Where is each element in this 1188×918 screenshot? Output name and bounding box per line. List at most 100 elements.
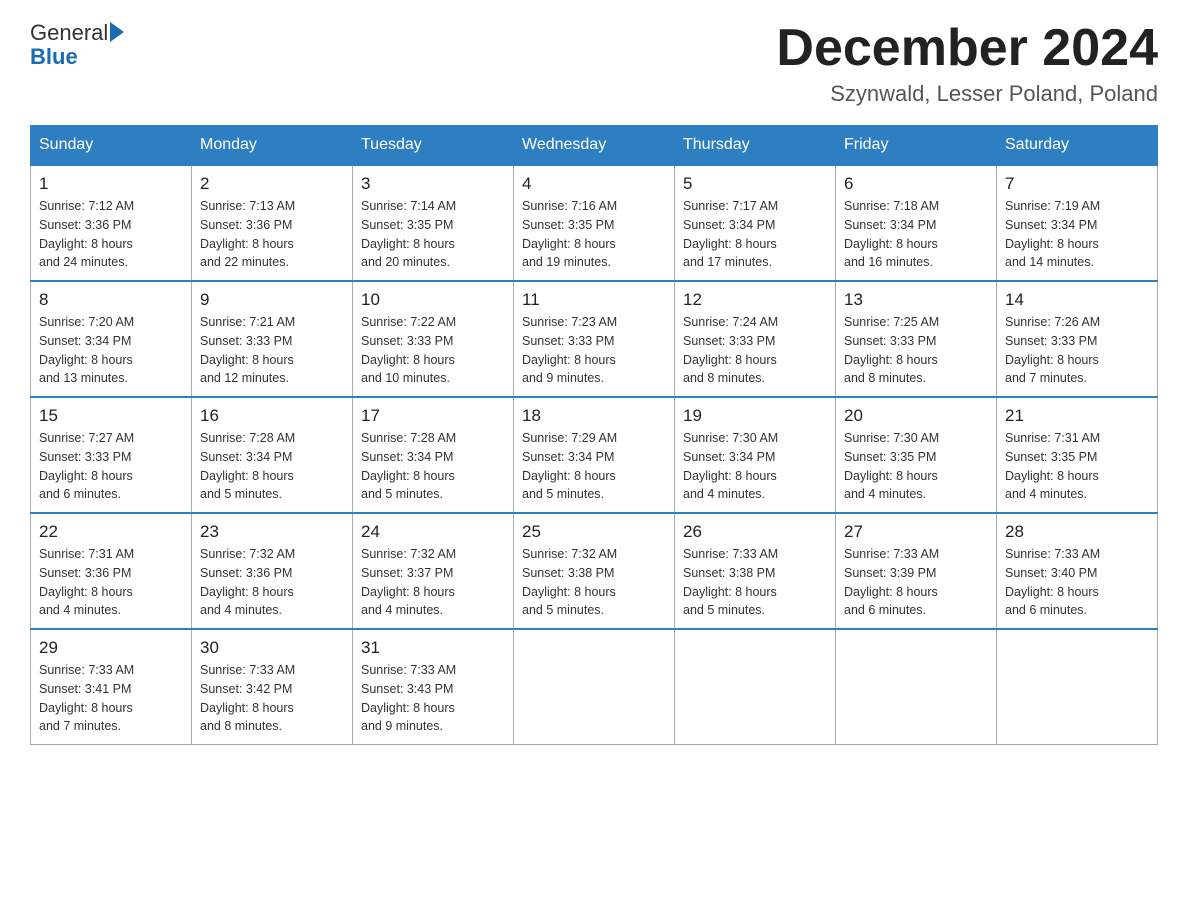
day-info: Sunrise: 7:12 AMSunset: 3:36 PMDaylight:… — [39, 199, 134, 269]
day-number: 4 — [522, 174, 666, 194]
day-number: 23 — [200, 522, 344, 542]
day-number: 1 — [39, 174, 183, 194]
day-number: 7 — [1005, 174, 1149, 194]
col-saturday: Saturday — [997, 126, 1158, 166]
table-row: 3 Sunrise: 7:14 AMSunset: 3:35 PMDayligh… — [353, 165, 514, 281]
table-row: 15 Sunrise: 7:27 AMSunset: 3:33 PMDaylig… — [31, 397, 192, 513]
day-info: Sunrise: 7:32 AMSunset: 3:37 PMDaylight:… — [361, 547, 456, 617]
day-info: Sunrise: 7:23 AMSunset: 3:33 PMDaylight:… — [522, 315, 617, 385]
table-row — [675, 629, 836, 745]
calendar-week-5: 29 Sunrise: 7:33 AMSunset: 3:41 PMDaylig… — [31, 629, 1158, 745]
table-row: 12 Sunrise: 7:24 AMSunset: 3:33 PMDaylig… — [675, 281, 836, 397]
day-number: 26 — [683, 522, 827, 542]
table-row: 31 Sunrise: 7:33 AMSunset: 3:43 PMDaylig… — [353, 629, 514, 745]
day-info: Sunrise: 7:16 AMSunset: 3:35 PMDaylight:… — [522, 199, 617, 269]
table-row: 17 Sunrise: 7:28 AMSunset: 3:34 PMDaylig… — [353, 397, 514, 513]
day-number: 2 — [200, 174, 344, 194]
table-row: 25 Sunrise: 7:32 AMSunset: 3:38 PMDaylig… — [514, 513, 675, 629]
day-number: 29 — [39, 638, 183, 658]
table-row: 4 Sunrise: 7:16 AMSunset: 3:35 PMDayligh… — [514, 165, 675, 281]
day-info: Sunrise: 7:31 AMSunset: 3:36 PMDaylight:… — [39, 547, 134, 617]
table-row: 28 Sunrise: 7:33 AMSunset: 3:40 PMDaylig… — [997, 513, 1158, 629]
day-number: 13 — [844, 290, 988, 310]
title-block: December 2024 Szynwald, Lesser Poland, P… — [776, 20, 1158, 107]
day-number: 6 — [844, 174, 988, 194]
day-info: Sunrise: 7:20 AMSunset: 3:34 PMDaylight:… — [39, 315, 134, 385]
day-info: Sunrise: 7:28 AMSunset: 3:34 PMDaylight:… — [361, 431, 456, 501]
day-info: Sunrise: 7:14 AMSunset: 3:35 PMDaylight:… — [361, 199, 456, 269]
day-number: 17 — [361, 406, 505, 426]
header-row: Sunday Monday Tuesday Wednesday Thursday… — [31, 126, 1158, 166]
day-number: 30 — [200, 638, 344, 658]
day-info: Sunrise: 7:18 AMSunset: 3:34 PMDaylight:… — [844, 199, 939, 269]
col-friday: Friday — [836, 126, 997, 166]
day-number: 25 — [522, 522, 666, 542]
day-number: 20 — [844, 406, 988, 426]
day-info: Sunrise: 7:27 AMSunset: 3:33 PMDaylight:… — [39, 431, 134, 501]
day-info: Sunrise: 7:22 AMSunset: 3:33 PMDaylight:… — [361, 315, 456, 385]
day-info: Sunrise: 7:29 AMSunset: 3:34 PMDaylight:… — [522, 431, 617, 501]
day-number: 14 — [1005, 290, 1149, 310]
day-number: 31 — [361, 638, 505, 658]
table-row: 21 Sunrise: 7:31 AMSunset: 3:35 PMDaylig… — [997, 397, 1158, 513]
table-row: 10 Sunrise: 7:22 AMSunset: 3:33 PMDaylig… — [353, 281, 514, 397]
table-row: 11 Sunrise: 7:23 AMSunset: 3:33 PMDaylig… — [514, 281, 675, 397]
month-year-title: December 2024 — [776, 20, 1158, 77]
table-row: 19 Sunrise: 7:30 AMSunset: 3:34 PMDaylig… — [675, 397, 836, 513]
table-row: 27 Sunrise: 7:33 AMSunset: 3:39 PMDaylig… — [836, 513, 997, 629]
col-wednesday: Wednesday — [514, 126, 675, 166]
day-number: 3 — [361, 174, 505, 194]
day-number: 10 — [361, 290, 505, 310]
day-info: Sunrise: 7:32 AMSunset: 3:38 PMDaylight:… — [522, 547, 617, 617]
day-info: Sunrise: 7:33 AMSunset: 3:38 PMDaylight:… — [683, 547, 778, 617]
calendar-week-2: 8 Sunrise: 7:20 AMSunset: 3:34 PMDayligh… — [31, 281, 1158, 397]
logo-blue: Blue — [30, 44, 124, 70]
day-number: 15 — [39, 406, 183, 426]
col-monday: Monday — [192, 126, 353, 166]
calendar-header: Sunday Monday Tuesday Wednesday Thursday… — [31, 126, 1158, 166]
day-info: Sunrise: 7:33 AMSunset: 3:42 PMDaylight:… — [200, 663, 295, 733]
page-header: General Blue December 2024 Szynwald, Les… — [30, 20, 1158, 107]
table-row: 20 Sunrise: 7:30 AMSunset: 3:35 PMDaylig… — [836, 397, 997, 513]
table-row: 9 Sunrise: 7:21 AMSunset: 3:33 PMDayligh… — [192, 281, 353, 397]
table-row — [836, 629, 997, 745]
table-row: 23 Sunrise: 7:32 AMSunset: 3:36 PMDaylig… — [192, 513, 353, 629]
day-info: Sunrise: 7:21 AMSunset: 3:33 PMDaylight:… — [200, 315, 295, 385]
day-info: Sunrise: 7:13 AMSunset: 3:36 PMDaylight:… — [200, 199, 295, 269]
calendar-week-1: 1 Sunrise: 7:12 AMSunset: 3:36 PMDayligh… — [31, 165, 1158, 281]
day-number: 18 — [522, 406, 666, 426]
calendar-week-4: 22 Sunrise: 7:31 AMSunset: 3:36 PMDaylig… — [31, 513, 1158, 629]
col-thursday: Thursday — [675, 126, 836, 166]
table-row: 7 Sunrise: 7:19 AMSunset: 3:34 PMDayligh… — [997, 165, 1158, 281]
calendar-table: Sunday Monday Tuesday Wednesday Thursday… — [30, 125, 1158, 745]
logo-triangle-icon — [110, 22, 124, 42]
table-row: 14 Sunrise: 7:26 AMSunset: 3:33 PMDaylig… — [997, 281, 1158, 397]
table-row — [997, 629, 1158, 745]
day-info: Sunrise: 7:19 AMSunset: 3:34 PMDaylight:… — [1005, 199, 1100, 269]
day-number: 28 — [1005, 522, 1149, 542]
day-info: Sunrise: 7:30 AMSunset: 3:34 PMDaylight:… — [683, 431, 778, 501]
day-info: Sunrise: 7:33 AMSunset: 3:43 PMDaylight:… — [361, 663, 456, 733]
day-number: 19 — [683, 406, 827, 426]
day-info: Sunrise: 7:33 AMSunset: 3:39 PMDaylight:… — [844, 547, 939, 617]
logo: General Blue — [30, 20, 124, 70]
col-sunday: Sunday — [31, 126, 192, 166]
table-row: 5 Sunrise: 7:17 AMSunset: 3:34 PMDayligh… — [675, 165, 836, 281]
day-number: 5 — [683, 174, 827, 194]
table-row: 29 Sunrise: 7:33 AMSunset: 3:41 PMDaylig… — [31, 629, 192, 745]
day-info: Sunrise: 7:26 AMSunset: 3:33 PMDaylight:… — [1005, 315, 1100, 385]
day-number: 9 — [200, 290, 344, 310]
table-row: 1 Sunrise: 7:12 AMSunset: 3:36 PMDayligh… — [31, 165, 192, 281]
table-row: 6 Sunrise: 7:18 AMSunset: 3:34 PMDayligh… — [836, 165, 997, 281]
day-number: 21 — [1005, 406, 1149, 426]
table-row: 16 Sunrise: 7:28 AMSunset: 3:34 PMDaylig… — [192, 397, 353, 513]
table-row: 30 Sunrise: 7:33 AMSunset: 3:42 PMDaylig… — [192, 629, 353, 745]
col-tuesday: Tuesday — [353, 126, 514, 166]
day-number: 24 — [361, 522, 505, 542]
day-number: 11 — [522, 290, 666, 310]
day-number: 12 — [683, 290, 827, 310]
calendar-body: 1 Sunrise: 7:12 AMSunset: 3:36 PMDayligh… — [31, 165, 1158, 745]
day-number: 27 — [844, 522, 988, 542]
table-row: 24 Sunrise: 7:32 AMSunset: 3:37 PMDaylig… — [353, 513, 514, 629]
table-row: 13 Sunrise: 7:25 AMSunset: 3:33 PMDaylig… — [836, 281, 997, 397]
